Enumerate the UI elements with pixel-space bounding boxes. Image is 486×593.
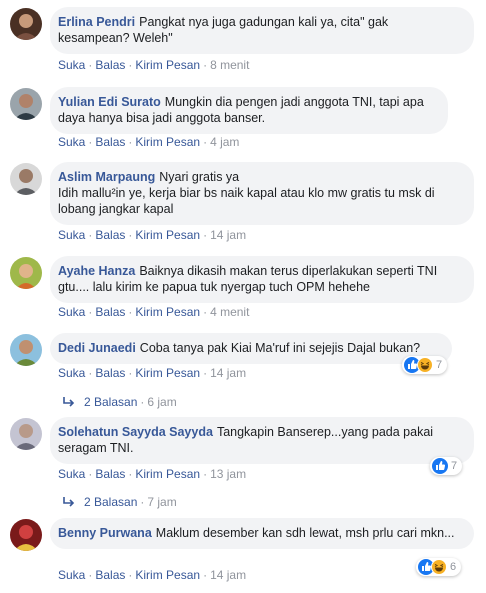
haha-reaction-icon [431, 559, 447, 575]
reaction-summary[interactable]: 6 [416, 558, 462, 576]
like-reaction-icon [432, 458, 448, 474]
view-replies-link[interactable]: 2 Balasan · 6 jam [62, 395, 177, 409]
send-message-link[interactable]: Kirim Pesan [135, 135, 200, 149]
comment-bubble: Erlina Pendri Pangkat nya juga gadungan k… [50, 7, 474, 54]
comment-text-line2: Idih mallu²in ye, kerja biar bs naik kap… [58, 186, 435, 216]
reply-link[interactable]: Balas [95, 58, 125, 72]
reply-link[interactable]: Balas [95, 135, 125, 149]
like-link[interactable]: Suka [58, 228, 85, 242]
reply-arrow-icon [63, 397, 75, 407]
comment-text: Maklum desember kan sdh lewat, msh prlu … [155, 526, 455, 540]
comment-time[interactable]: 14 jam [210, 366, 246, 380]
send-message-link[interactable]: Kirim Pesan [135, 568, 200, 582]
comment-bubble: Ayahe Hanza Baiknya dikasih makan terus d… [50, 256, 474, 303]
avatar[interactable] [10, 88, 42, 120]
comment-bubble: Yulian Edi Surato Mungkin dia pengen jadi… [50, 87, 448, 134]
like-link[interactable]: Suka [58, 305, 85, 319]
send-message-link[interactable]: Kirim Pesan [135, 366, 200, 380]
comment-actions: Suka · Balas · Kirim Pesan · 8 menit [58, 58, 250, 72]
comment-time[interactable]: 14 jam [210, 228, 246, 242]
comment-bubble: Solehatun Sayyda Sayyda Tangkapin Bansere… [50, 417, 474, 464]
view-replies-link[interactable]: 2 Balasan · 7 jam [62, 495, 177, 509]
avatar[interactable] [10, 163, 42, 195]
send-message-link[interactable]: Kirim Pesan [135, 305, 200, 319]
comment-actions: Suka · Balas · Kirim Pesan · 13 jam [58, 467, 247, 481]
like-link[interactable]: Suka [58, 58, 85, 72]
comment-time[interactable]: 13 jam [210, 467, 246, 481]
comment-text: Nyari gratis ya [159, 170, 240, 184]
comment-actions: Suka · Balas · Kirim Pesan · 14 jam [58, 568, 247, 582]
comment-author[interactable]: Benny Purwana [58, 526, 152, 540]
send-message-link[interactable]: Kirim Pesan [135, 228, 200, 242]
comment-actions: Suka · Balas · Kirim Pesan · 4 menit [58, 305, 250, 319]
comment-bubble: Aslim Marpaung Nyari gratis ya Idih mallu… [50, 162, 474, 225]
replies-time: 7 jam [147, 495, 177, 509]
like-link[interactable]: Suka [58, 135, 85, 149]
comment-time[interactable]: 4 jam [210, 135, 239, 149]
avatar[interactable] [10, 257, 42, 289]
comment-bubble: Dedi Junaedi Coba tanya pak Kiai Ma'ruf i… [50, 333, 452, 364]
reaction-summary[interactable]: 7 [430, 457, 463, 475]
comment-time[interactable]: 14 jam [210, 568, 246, 582]
comment-actions: Suka · Balas · Kirim Pesan · 4 jam [58, 135, 240, 149]
avatar[interactable] [10, 334, 42, 366]
like-link[interactable]: Suka [58, 366, 85, 380]
reply-link[interactable]: Balas [95, 305, 125, 319]
send-message-link[interactable]: Kirim Pesan [135, 58, 200, 72]
send-message-link[interactable]: Kirim Pesan [135, 467, 200, 481]
comment-author[interactable]: Solehatun Sayyda Sayyda [58, 425, 213, 439]
reaction-count: 7 [436, 359, 443, 371]
reply-link[interactable]: Balas [95, 228, 125, 242]
reply-arrow-icon [63, 497, 75, 507]
comment-bubble: Benny Purwana Maklum desember kan sdh lew… [50, 518, 474, 549]
comment-actions: Suka · Balas · Kirim Pesan · 14 jam [58, 228, 247, 242]
comment-author[interactable]: Aslim Marpaung [58, 170, 155, 184]
reply-link[interactable]: Balas [95, 366, 125, 380]
comment-text: Coba tanya pak Kiai Ma'ruf ini sejejis D… [139, 341, 421, 355]
reaction-count: 7 [451, 460, 458, 472]
like-link[interactable]: Suka [58, 568, 85, 582]
reply-link[interactable]: Balas [95, 467, 125, 481]
replies-time: 6 jam [147, 395, 177, 409]
comment-author[interactable]: Ayahe Hanza [58, 264, 135, 278]
comment-time[interactable]: 4 menit [210, 305, 249, 319]
comment-actions: Suka · Balas · Kirim Pesan · 14 jam [58, 366, 247, 380]
haha-reaction-icon [417, 357, 433, 373]
like-link[interactable]: Suka [58, 467, 85, 481]
comment-author[interactable]: Yulian Edi Surato [58, 95, 161, 109]
reaction-count: 6 [450, 561, 457, 573]
comment-time[interactable]: 8 menit [210, 58, 249, 72]
comment-author[interactable]: Dedi Junaedi [58, 341, 136, 355]
replies-count[interactable]: 2 Balasan [84, 395, 137, 409]
reply-link[interactable]: Balas [95, 568, 125, 582]
replies-count[interactable]: 2 Balasan [84, 495, 137, 509]
avatar[interactable] [10, 519, 42, 551]
comment-author[interactable]: Erlina Pendri [58, 15, 135, 29]
avatar[interactable] [10, 8, 42, 40]
reaction-summary[interactable]: 7 [402, 356, 448, 374]
avatar[interactable] [10, 418, 42, 450]
